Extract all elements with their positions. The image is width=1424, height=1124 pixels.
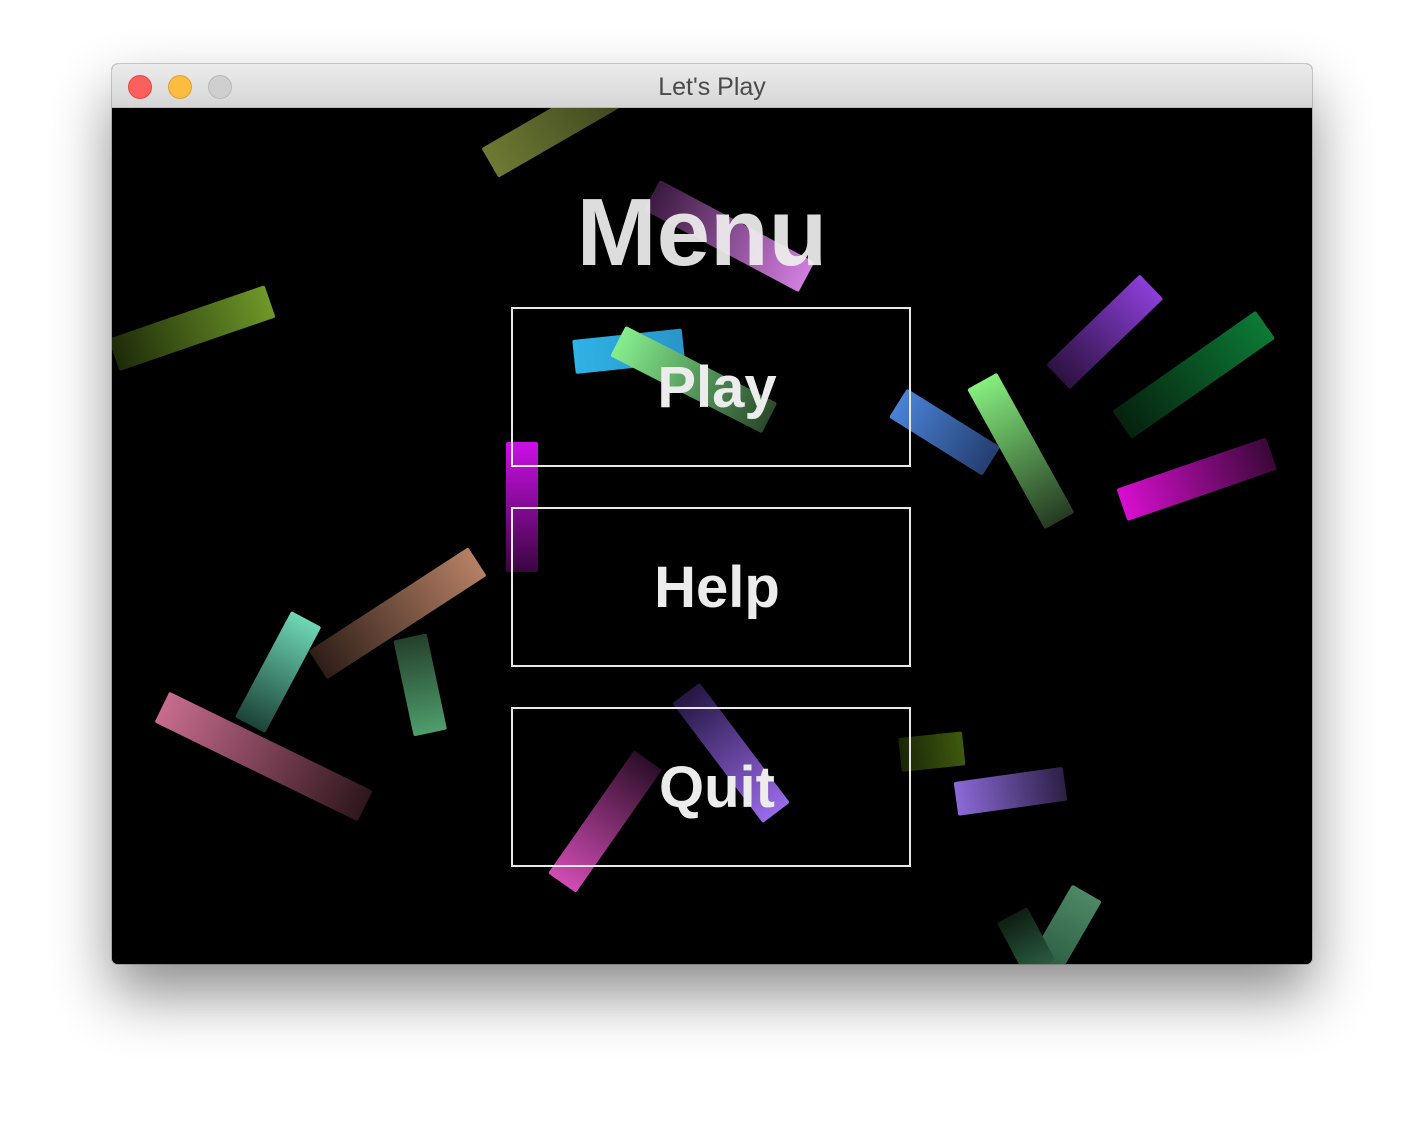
quit-button[interactable]: Quit [511, 707, 911, 867]
decorative-stick [234, 611, 322, 733]
decorative-stick [953, 766, 1068, 816]
play-button-label: Play [657, 354, 777, 420]
menu-title: Menu [576, 179, 828, 286]
help-button-label: Help [654, 554, 780, 620]
play-button[interactable]: Play [511, 307, 911, 467]
help-button[interactable]: Help [511, 507, 911, 667]
decorative-stick [481, 108, 664, 178]
game-canvas[interactable]: Menu Play Help Quit [112, 108, 1312, 964]
decorative-stick [112, 285, 276, 372]
decorative-stick [1116, 437, 1277, 522]
decorative-stick [393, 633, 448, 737]
game-window: Let's Play Menu Play Help Quit [112, 64, 1312, 964]
title-bar[interactable]: Let's Play [112, 64, 1312, 108]
quit-button-label: Quit [659, 754, 775, 820]
decorative-stick [1112, 310, 1276, 439]
window-title: Let's Play [658, 73, 766, 101]
decorative-stick [1046, 274, 1164, 390]
